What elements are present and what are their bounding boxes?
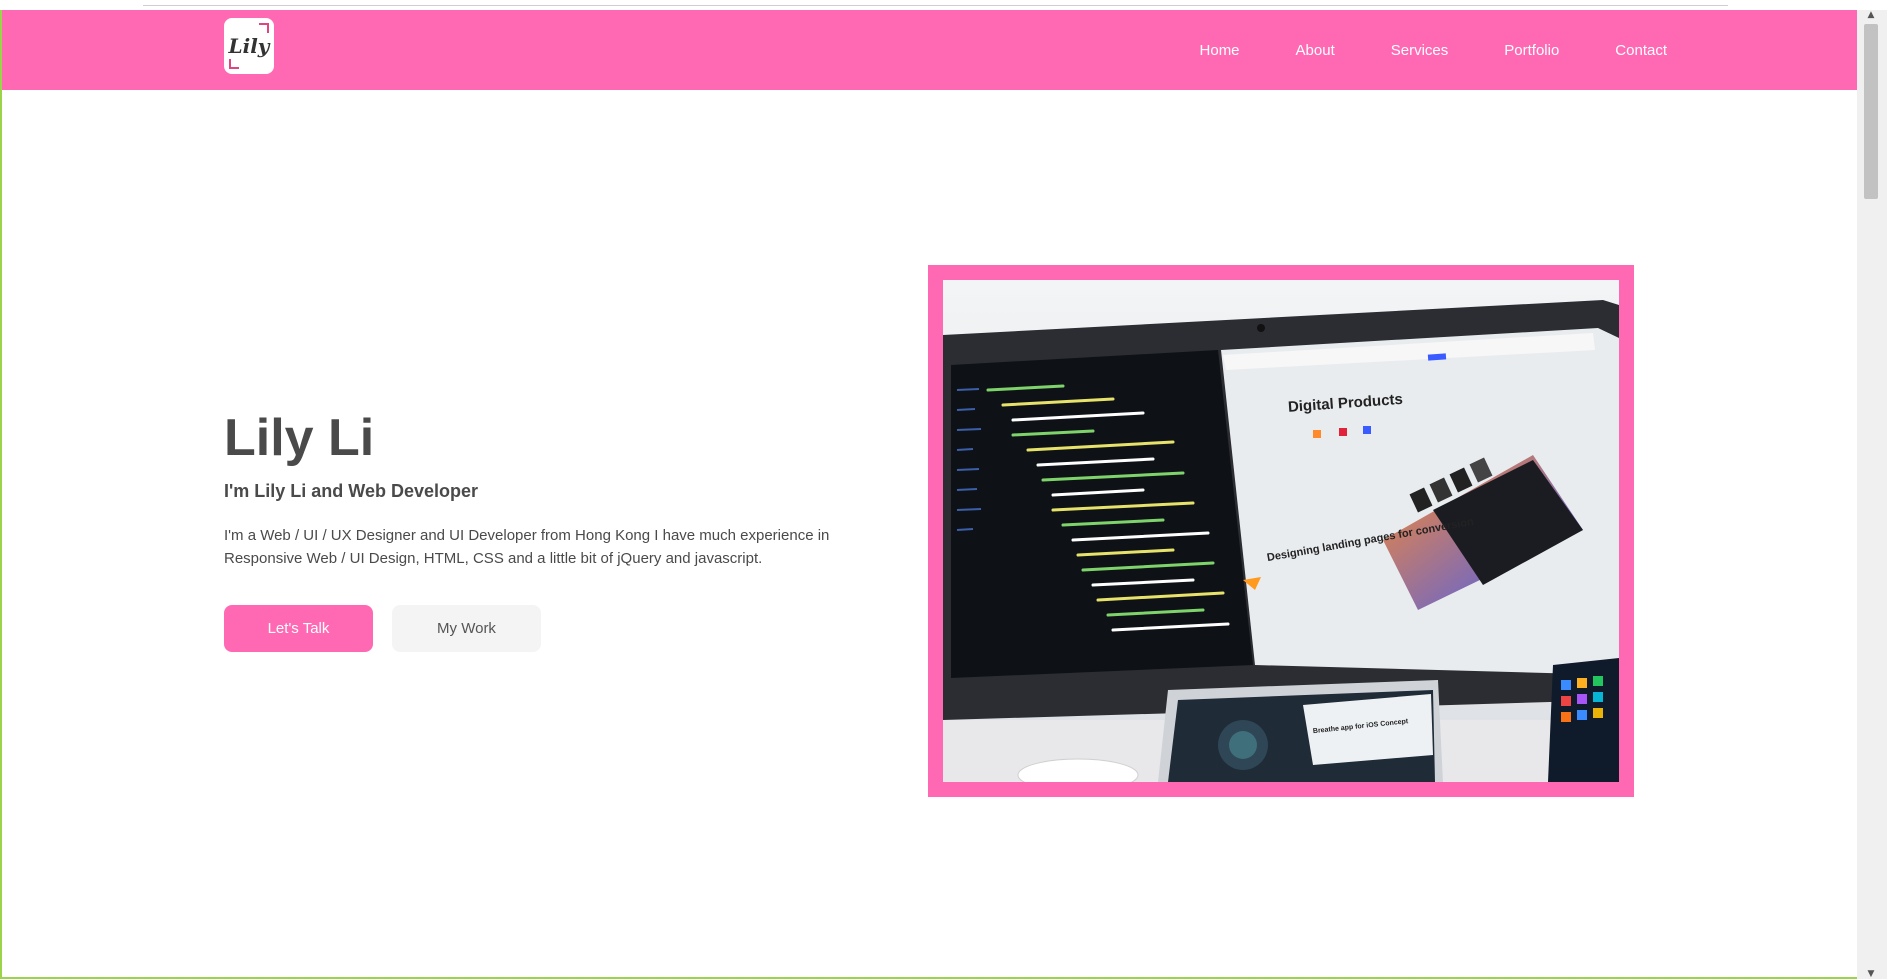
hero-image-frame: Digital Products Designing landing pages… [928,265,1634,797]
nav-home[interactable]: Home [1200,42,1240,59]
nav-services[interactable]: Services [1391,42,1449,59]
workspace-illustration: Digital Products Designing landing pages… [943,280,1619,782]
logo-corner-icon [259,23,269,33]
hero-subtitle: I'm Lily Li and Web Developer [224,481,479,502]
logo-corner-icon [229,59,239,69]
chevron-up-icon[interactable]: ▲ [1864,10,1878,20]
scrollbar-thumb[interactable] [1864,24,1878,199]
hero-text: Lily Li I'm Lily Li and Web Developer I'… [224,409,904,653]
hero-description: I'm a Web / UI / UX Designer and UI Deve… [224,527,830,568]
hero-title: Lily Li [224,409,375,467]
logo[interactable]: Lily [224,18,274,74]
scrollbar[interactable]: ▲ ▼ [1857,10,1887,979]
chevron-down-icon[interactable]: ▼ [1864,969,1878,979]
nav-portfolio[interactable]: Portfolio [1504,42,1559,59]
nav-about[interactable]: About [1296,42,1335,59]
main-nav: Home About Services Portfolio Contact [1200,10,1667,90]
hero-buttons: Let's Talk My Work [224,605,904,653]
logo-text: Lily [228,34,270,58]
nav-contact[interactable]: Contact [1615,42,1667,59]
lets-talk-button[interactable]: Let's Talk [224,605,373,653]
page: Lily Home About Services Portfolio Conta… [0,10,1857,979]
navbar: Lily Home About Services Portfolio Conta… [2,10,1857,90]
browser-viewport: Lily Home About Services Portfolio Conta… [0,0,1887,979]
address-bar-edge [143,0,1728,6]
hero-image: Digital Products Designing landing pages… [943,280,1619,782]
my-work-button[interactable]: My Work [392,605,541,653]
browser-top-strip [0,0,1887,10]
